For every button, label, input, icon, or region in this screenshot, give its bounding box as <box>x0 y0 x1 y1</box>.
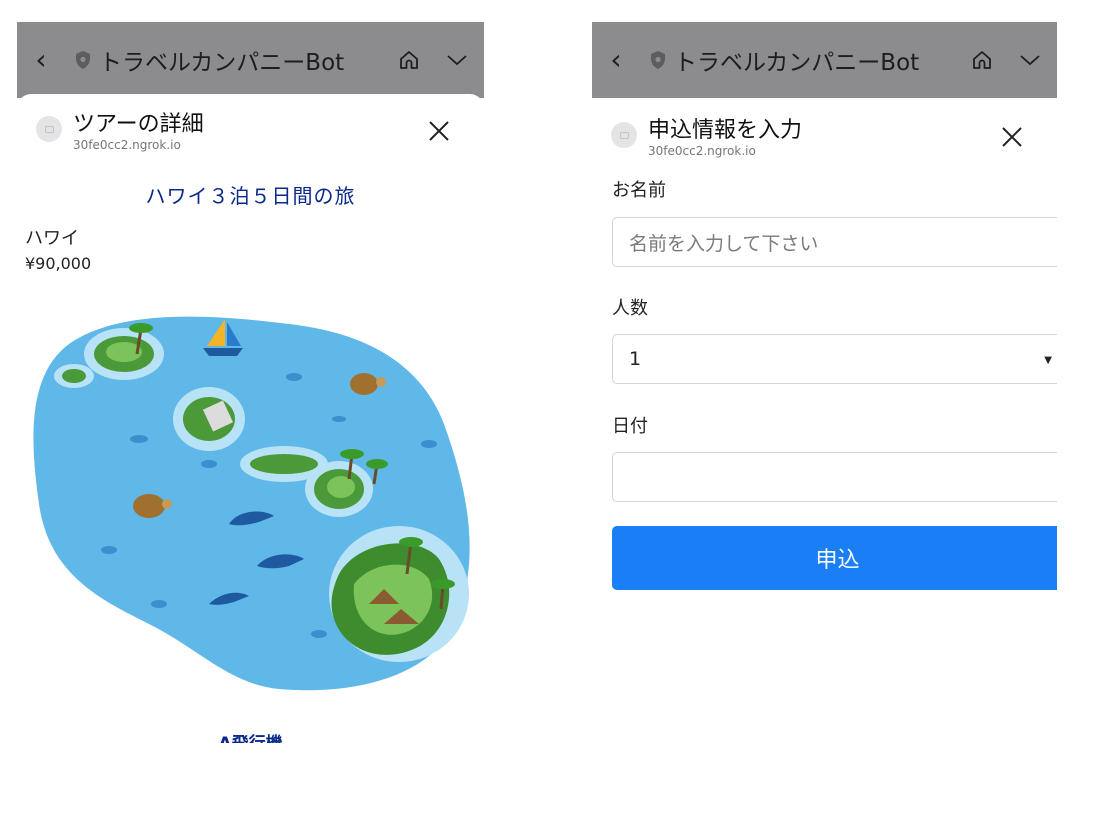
sheet-header: 申込情報を入力 30fe0cc2.ngrok.io <box>592 100 1057 168</box>
transport-label: A飛行機 <box>17 729 484 743</box>
close-icon[interactable] <box>426 118 452 144</box>
back-chevron-icon[interactable]: ‹ <box>17 46 65 74</box>
app-title: トラベルカンパニーBot <box>674 50 920 76</box>
date-label: 日付 <box>612 416 648 437</box>
shield-icon <box>73 49 93 71</box>
close-icon[interactable] <box>999 124 1025 150</box>
tour-price: ¥90,000 <box>25 254 92 273</box>
dropdown-caret-icon: ▼ <box>1044 355 1052 366</box>
application-form-sheet: 申込情報を入力 30fe0cc2.ngrok.io お名前 名前を入力して下さい… <box>592 100 1057 802</box>
date-input[interactable] <box>612 452 1057 502</box>
hawaii-map-illustration <box>29 304 474 694</box>
submit-button[interactable]: 申込 <box>612 526 1057 590</box>
app-title: トラベルカンパニーBot <box>99 50 345 76</box>
sheet-title: 申込情報を入力 <box>648 118 803 143</box>
app-topbar: ‹ トラベルカンパニーBot <box>17 22 484 98</box>
home-icon[interactable] <box>967 45 997 75</box>
sheet-header: ツアーの詳細 30fe0cc2.ngrok.io <box>17 94 484 162</box>
application-form-screen: ‹ トラベルカンパニーBot 申込情報を入力 30fe0cc2.ngrok.io… <box>592 22 1057 802</box>
name-label: お名前 <box>612 180 666 201</box>
tour-detail-sheet: ツアーの詳細 30fe0cc2.ngrok.io ハワイ３泊５日間の旅 ハワイ … <box>17 94 484 802</box>
chevron-down-icon[interactable] <box>1015 45 1045 75</box>
name-input-placeholder: 名前を入力して下さい <box>629 232 819 255</box>
tour-detail-screen: ‹ トラベルカンパニーBot ツアーの詳細 30fe0cc2.ngrok.io … <box>17 22 484 802</box>
tour-destination: ハワイ <box>25 228 79 249</box>
home-icon[interactable] <box>394 45 424 75</box>
name-input[interactable]: 名前を入力して下さい <box>612 217 1057 267</box>
tour-title: ハワイ３泊５日間の旅 <box>145 184 356 208</box>
shield-icon <box>648 49 668 71</box>
favicon-icon <box>611 122 637 148</box>
count-label: 人数 <box>612 298 648 319</box>
count-select[interactable]: 1 ▼ <box>612 334 1057 384</box>
sheet-title: ツアーの詳細 <box>73 112 204 137</box>
count-select-value: 1 <box>629 348 642 370</box>
sheet-domain: 30fe0cc2.ngrok.io <box>73 138 181 152</box>
sheet-domain: 30fe0cc2.ngrok.io <box>648 144 756 158</box>
chevron-down-icon[interactable] <box>442 45 472 75</box>
app-topbar: ‹ トラベルカンパニーBot <box>592 22 1057 98</box>
back-chevron-icon[interactable]: ‹ <box>592 46 640 74</box>
favicon-icon <box>36 116 62 142</box>
